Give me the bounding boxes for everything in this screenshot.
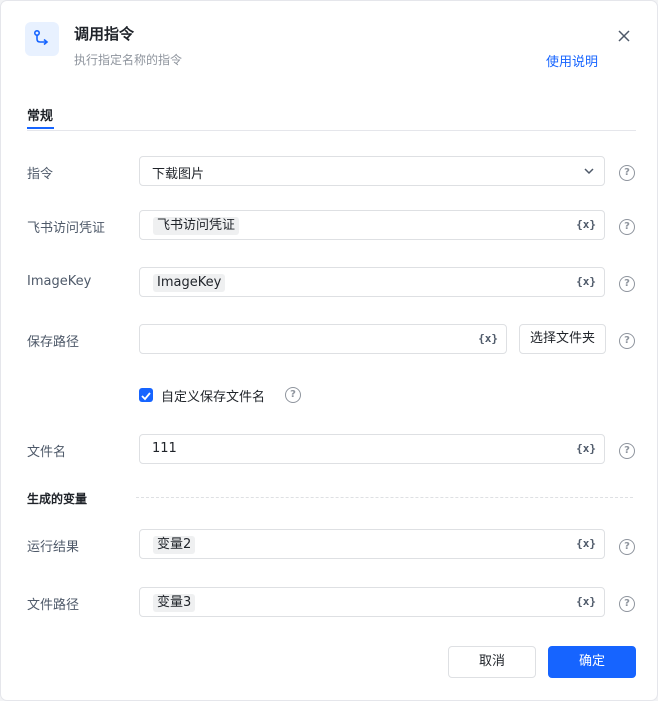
run-result-field[interactable]: 变量2 {x}: [139, 529, 605, 559]
file-name-help-icon[interactable]: ?: [619, 443, 635, 459]
file-path-chip: 变量3: [153, 594, 196, 612]
cancel-button[interactable]: 取消: [448, 646, 536, 678]
variable-insert-icon[interactable]: {x}: [576, 537, 596, 550]
run-result-label: 运行结果: [27, 540, 80, 555]
custom-filename-help-icon[interactable]: ?: [285, 387, 301, 403]
confirm-button[interactable]: 确定: [548, 646, 636, 678]
tab-divider: [27, 130, 636, 131]
dialog-subtitle: 执行指定名称的指令: [74, 53, 183, 67]
variable-insert-icon[interactable]: {x}: [576, 442, 596, 455]
credential-label: 飞书访问凭证: [27, 221, 106, 236]
image-key-help-icon[interactable]: ?: [619, 276, 635, 292]
command-label: 指令: [27, 167, 54, 182]
run-result-help-icon[interactable]: ?: [619, 539, 635, 555]
close-icon[interactable]: [614, 26, 634, 46]
choose-folder-button[interactable]: 选择文件夹: [519, 324, 606, 354]
file-name-label: 文件名: [27, 445, 67, 460]
check-icon: [141, 392, 151, 401]
file-path-help-icon[interactable]: ?: [619, 596, 635, 612]
file-name-value: 111: [152, 441, 177, 456]
run-result-chip: 变量2: [153, 536, 196, 554]
tab-active-indicator: [27, 127, 54, 129]
variable-insert-icon[interactable]: {x}: [576, 218, 596, 231]
credential-field[interactable]: 飞书访问凭证 {x}: [139, 210, 605, 240]
save-path-field[interactable]: {x}: [139, 324, 507, 354]
save-path-label: 保存路径: [27, 335, 80, 350]
variable-insert-icon[interactable]: {x}: [478, 332, 498, 345]
tab-general[interactable]: 常规: [27, 105, 53, 124]
usage-help-link[interactable]: 使用说明: [546, 51, 598, 70]
command-select-value: 下载图片: [152, 167, 205, 182]
image-key-chip: ImageKey: [153, 274, 226, 292]
custom-filename-checkbox[interactable]: [139, 388, 153, 402]
section-divider: [136, 497, 633, 498]
custom-filename-label[interactable]: 自定义保存文件名: [161, 386, 265, 405]
output-variables-heading: 生成的变量: [27, 492, 88, 506]
flow-step-icon: [25, 22, 59, 56]
variable-insert-icon[interactable]: {x}: [576, 595, 596, 608]
file-path-field[interactable]: 变量3 {x}: [139, 587, 605, 617]
variable-insert-icon[interactable]: {x}: [576, 275, 596, 288]
image-key-field[interactable]: ImageKey {x}: [139, 267, 605, 297]
save-path-help-icon[interactable]: ?: [619, 333, 635, 349]
credential-chip: 飞书访问凭证: [153, 217, 240, 235]
command-select[interactable]: 下载图片: [139, 156, 605, 186]
file-path-label: 文件路径: [27, 598, 80, 613]
credential-help-icon[interactable]: ?: [619, 219, 635, 235]
file-name-field[interactable]: 111 {x}: [139, 434, 605, 464]
image-key-label: ImageKey: [27, 274, 92, 289]
command-help-icon[interactable]: ?: [619, 165, 635, 181]
invoke-command-dialog: 调用指令 执行指定名称的指令 使用说明 常规 指令 下载图片 ? 飞书访问凭证 …: [1, 1, 657, 700]
dialog-title: 调用指令: [74, 25, 135, 43]
chevron-down-icon[interactable]: [583, 165, 595, 177]
